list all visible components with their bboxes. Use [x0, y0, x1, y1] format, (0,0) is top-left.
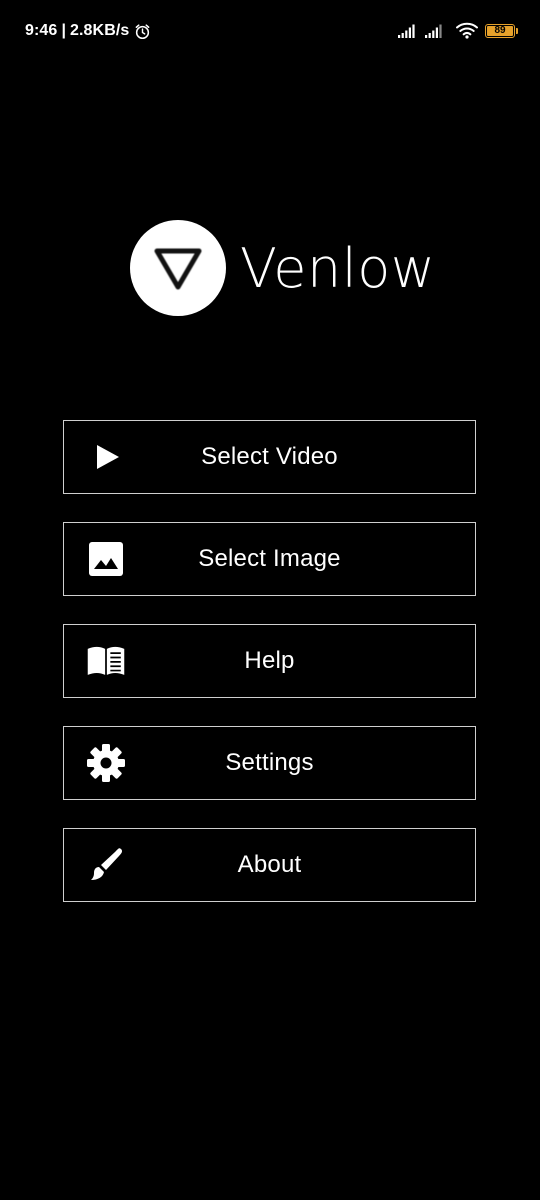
menu-label: Select Image [198, 545, 341, 572]
menu-label: Help [244, 647, 295, 674]
settings-button[interactable]: Settings [63, 726, 476, 800]
select-video-button[interactable]: Select Video [63, 420, 476, 494]
play-icon [86, 437, 126, 477]
menu-label: Select Video [201, 443, 338, 470]
menu-label: Settings [225, 749, 314, 776]
app-screen: 9:46 | 2.8KB/s 89 Venlow Select Video Se… [0, 0, 540, 1200]
status-time: 9:46 [25, 22, 58, 39]
app-name: Venlow [240, 236, 436, 300]
battery-icon: 89 [485, 23, 518, 38]
status-right: 89 [398, 22, 518, 39]
book-icon [86, 641, 126, 681]
status-left: 9:46 | 2.8KB/s [25, 22, 151, 40]
menu-label: About [237, 851, 302, 878]
alarm-icon [134, 23, 151, 40]
signal-icon [398, 24, 415, 38]
logo-circle [130, 220, 226, 316]
select-image-button[interactable]: Select Image [63, 522, 476, 596]
status-separator: | [61, 22, 67, 39]
help-button[interactable]: Help [63, 624, 476, 698]
app-logo: Venlow [130, 220, 435, 316]
brush-icon [86, 845, 126, 885]
down-triangle-icon [154, 248, 202, 290]
signal-icon [425, 24, 442, 38]
status-bar: 9:46 | 2.8KB/s 89 [0, 0, 540, 66]
battery-level: 89 [487, 25, 513, 36]
gear-icon [86, 743, 126, 783]
wifi-icon [456, 22, 478, 39]
image-icon [86, 539, 126, 579]
main-menu: Select Video Select Image Help Settings … [63, 420, 476, 930]
about-button[interactable]: About [63, 828, 476, 902]
status-net-speed: 2.8KB/s [70, 22, 130, 39]
